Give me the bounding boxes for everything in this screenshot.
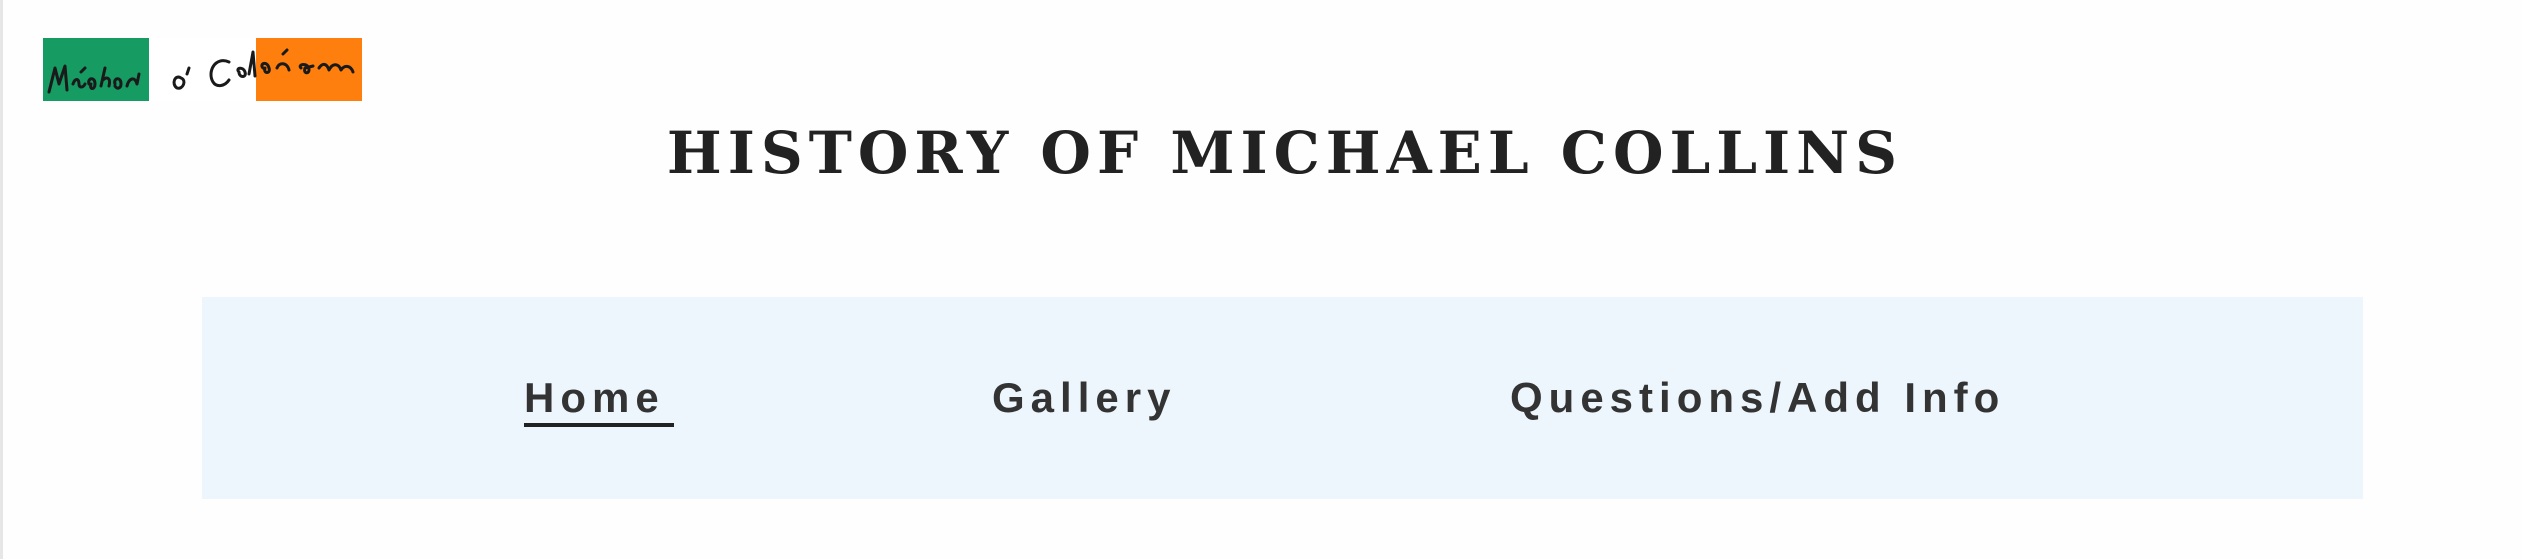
page-edge [0,0,3,559]
nav-home-link[interactable]: Home [524,374,665,422]
main-nav: Home Gallery Questions/Add Info [202,297,2363,499]
signature-icon [47,48,355,94]
nav-questions-link[interactable]: Questions/Add Info [1510,374,2005,422]
page-title: HISTORY OF MICHAEL COLLINS [666,119,1904,187]
nav-gallery-link[interactable]: Gallery [992,374,1176,422]
active-nav-underline [524,423,674,427]
site-logo[interactable] [43,38,362,101]
